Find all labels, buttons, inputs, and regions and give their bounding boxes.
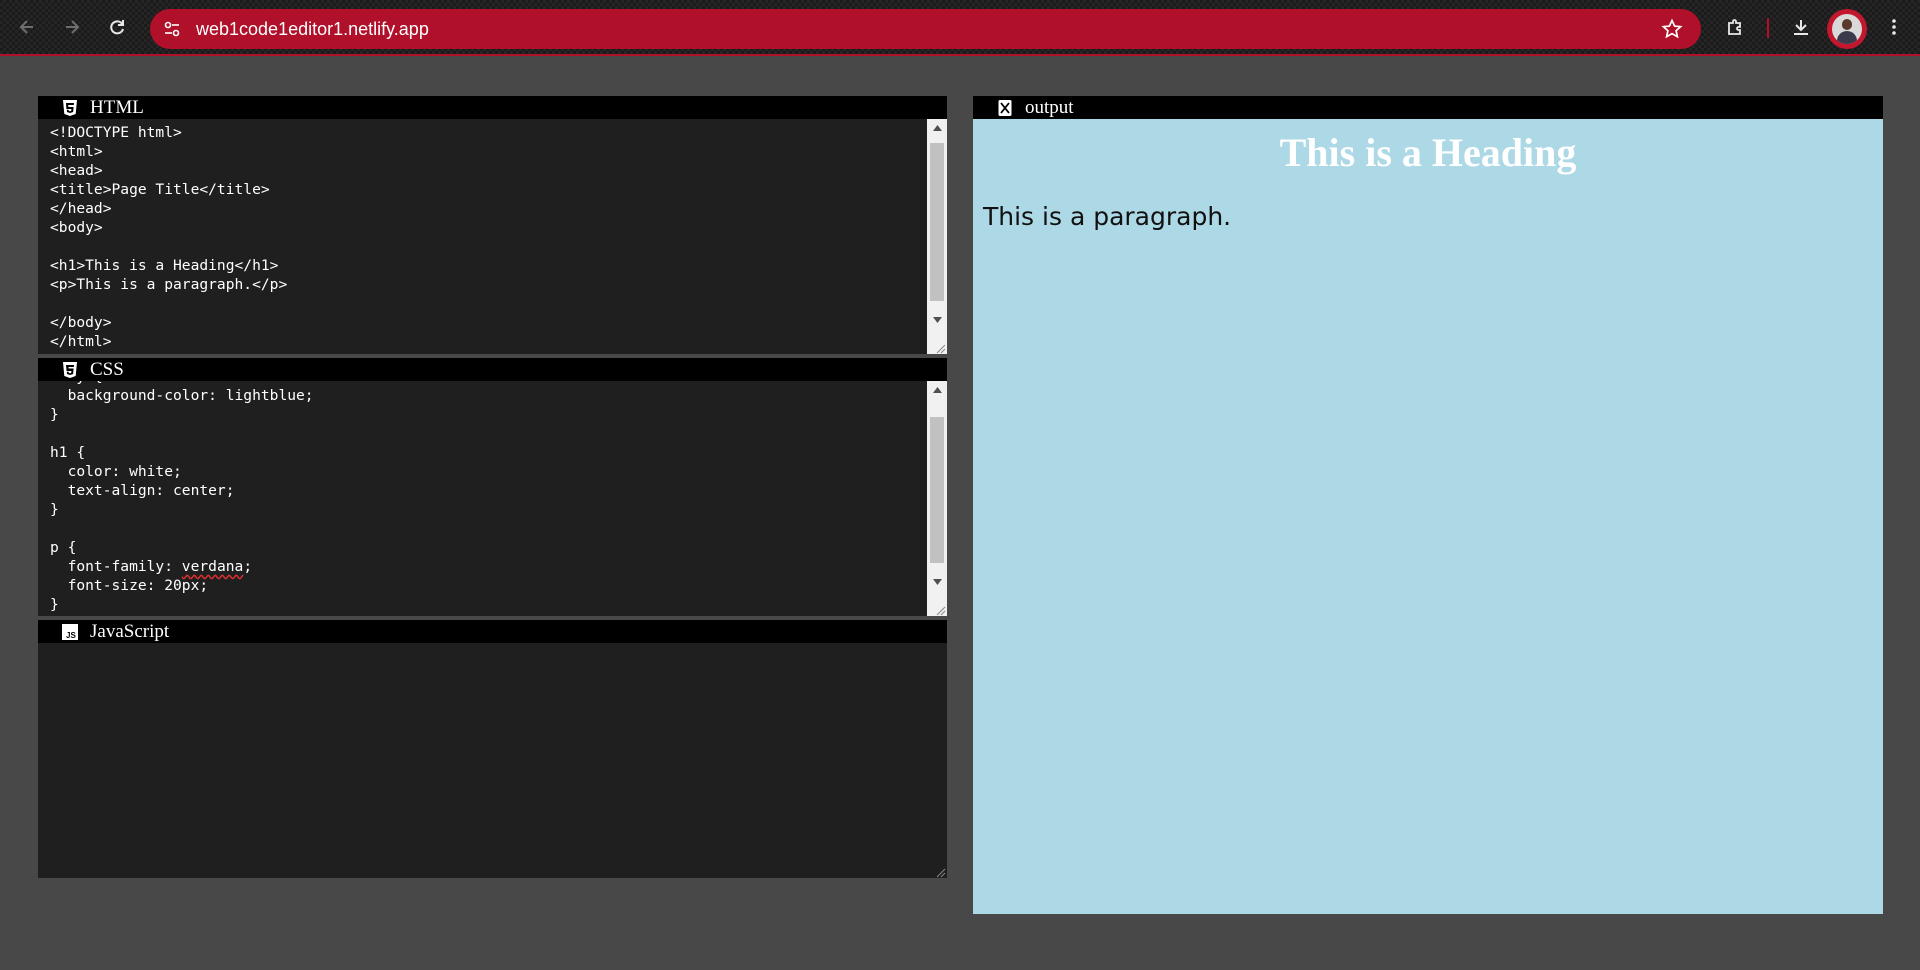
html-scroll-thumb[interactable] bbox=[930, 143, 944, 301]
output-panel-title: output bbox=[1025, 96, 1074, 118]
code-line: h1 { bbox=[50, 444, 86, 461]
output-preview: This is a Heading This is a paragraph. bbox=[973, 119, 1883, 914]
puzzle-icon bbox=[1728, 19, 1741, 35]
spellcheck-word: verdana bbox=[181, 558, 244, 575]
code-line: </body> bbox=[50, 314, 112, 331]
scroll-up-arrow-icon[interactable] bbox=[927, 119, 947, 136]
code-line: <!DOCTYPE html> bbox=[50, 124, 182, 141]
resize-grip-icon[interactable] bbox=[934, 603, 946, 616]
resize-grip-icon[interactable] bbox=[934, 341, 946, 354]
code-line: <head> bbox=[50, 162, 103, 179]
downloads-button[interactable] bbox=[1786, 12, 1816, 42]
js-code-editor[interactable] bbox=[38, 647, 947, 878]
html-panel-title: HTML bbox=[90, 96, 144, 118]
css-panel-header: CSS bbox=[38, 358, 947, 381]
output-panel-header: output bbox=[973, 96, 1883, 119]
html-editor-panel: HTML <!DOCTYPE html> <html> <head> <title>P… bbox=[38, 96, 947, 354]
code-line: </html> bbox=[50, 333, 112, 350]
code-line: } bbox=[50, 596, 59, 613]
browser-toolbar: web1code1editor1.netlify.app bbox=[0, 0, 1920, 56]
arrow-left-icon bbox=[19, 20, 33, 34]
svg-text:JS: JS bbox=[66, 631, 76, 640]
toolbar-divider bbox=[1767, 18, 1769, 38]
preview-paragraph: This is a paragraph. bbox=[983, 202, 1232, 231]
js-editor-panel: JS JavaScript bbox=[38, 620, 947, 878]
profile-avatar[interactable] bbox=[1827, 9, 1867, 49]
preview-heading: This is a Heading bbox=[1279, 130, 1577, 175]
code-line: color: white; bbox=[50, 463, 182, 480]
css3-icon bbox=[62, 361, 78, 379]
code-line: } bbox=[50, 406, 59, 423]
output-icon bbox=[997, 99, 1013, 117]
code-line: <html> bbox=[50, 143, 103, 160]
scroll-up-arrow-icon[interactable] bbox=[927, 381, 947, 398]
js-icon: JS bbox=[62, 623, 78, 641]
code-line: </head> bbox=[50, 200, 112, 217]
code-line: p { bbox=[50, 539, 77, 556]
code-line: <title>Page Title</title> bbox=[50, 181, 270, 198]
resize-grip-icon[interactable] bbox=[934, 865, 946, 878]
avatar-image bbox=[1832, 14, 1862, 44]
css-code-editor[interactable]: body { background-color: lightblue;} h1 … bbox=[38, 381, 927, 616]
code-line: font-family: verdana; bbox=[50, 558, 253, 575]
reload-button[interactable] bbox=[102, 12, 132, 42]
download-icon bbox=[1794, 20, 1808, 35]
code-line: <p>This is a paragraph.</p> bbox=[50, 276, 288, 293]
menu-button[interactable] bbox=[1879, 12, 1909, 42]
css-panel-title: CSS bbox=[90, 358, 124, 380]
reload-icon bbox=[110, 20, 124, 35]
extensions-button[interactable] bbox=[1720, 12, 1750, 42]
tune-icon bbox=[164, 21, 180, 37]
scroll-down-arrow-icon[interactable] bbox=[927, 573, 947, 590]
bookmark-star-icon[interactable] bbox=[1661, 18, 1683, 40]
site-info-button[interactable] bbox=[160, 17, 184, 41]
code-line: <h1>This is a Heading</h1> bbox=[50, 257, 279, 274]
html-scrollbar[interactable] bbox=[927, 119, 947, 354]
code-line: } bbox=[50, 501, 59, 518]
scroll-down-arrow-icon[interactable] bbox=[927, 311, 947, 328]
code-line: background-color: lightblue; bbox=[50, 387, 314, 404]
html-panel-header: HTML bbox=[38, 96, 947, 119]
css-scrollbar[interactable] bbox=[927, 381, 947, 616]
forward-button[interactable] bbox=[57, 12, 87, 42]
js-panel-title: JavaScript bbox=[90, 620, 170, 642]
code-line: font-size: 20px; bbox=[50, 577, 209, 594]
url-text[interactable]: web1code1editor1.netlify.app bbox=[196, 19, 429, 40]
css-editor-panel: CSS body { background-color: lightblue;}… bbox=[38, 358, 947, 616]
output-panel: output This is a Heading This is a parag… bbox=[973, 96, 1883, 914]
back-button[interactable] bbox=[12, 12, 42, 42]
js-panel-header: JS JavaScript bbox=[38, 620, 947, 643]
arrow-right-icon bbox=[66, 20, 80, 34]
css-scroll-thumb[interactable] bbox=[930, 417, 944, 563]
more-vert-icon bbox=[1892, 19, 1896, 35]
address-bar[interactable]: web1code1editor1.netlify.app bbox=[150, 9, 1701, 49]
code-line: <body> bbox=[50, 219, 103, 236]
html5-icon bbox=[62, 99, 78, 117]
code-line: text-align: center; bbox=[50, 482, 235, 499]
html-code-editor[interactable]: <!DOCTYPE html> <html> <head> <title>Page T… bbox=[38, 123, 927, 354]
